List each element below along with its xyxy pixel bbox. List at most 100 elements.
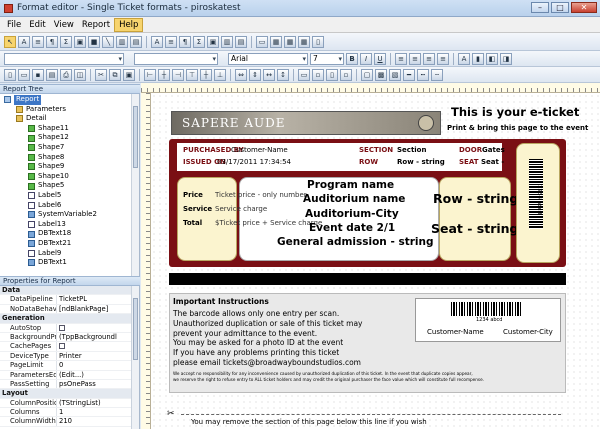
shape-tool-icon[interactable]: ■ xyxy=(88,35,100,48)
property-category[interactable]: Generation xyxy=(0,314,139,324)
image-tool-icon[interactable]: ▣ xyxy=(74,35,86,48)
fine-print-2[interactable]: we reserve the right to refuse entry to … xyxy=(173,377,484,382)
justify-icon[interactable]: ≡ xyxy=(437,52,449,65)
label-tool-icon[interactable]: A xyxy=(18,35,30,48)
property-row[interactable]: CachePages xyxy=(0,342,139,352)
space-vertical-icon[interactable]: ⇕ xyxy=(249,68,261,81)
property-value[interactable]: TicketPL xyxy=(56,295,139,304)
line-tool-icon[interactable]: ╲ xyxy=(102,35,114,48)
tree-item[interactable]: Label5 xyxy=(0,191,139,201)
property-value[interactable]: (TppBackgroundl xyxy=(56,332,139,342)
property-category[interactable]: Layout xyxy=(0,389,139,399)
total-label[interactable]: Total xyxy=(183,219,202,227)
property-row[interactable]: DeviceType Printer xyxy=(0,351,139,362)
instructions-title[interactable]: Important Instructions xyxy=(173,297,269,306)
align-bottoms-icon[interactable]: ⊥ xyxy=(214,68,226,81)
tree-item[interactable]: DBText18 xyxy=(0,229,139,239)
save-icon[interactable]: ▪ xyxy=(32,68,44,81)
auditorium-name[interactable]: Auditorium name xyxy=(303,193,405,205)
tree-item[interactable]: Parameters xyxy=(0,105,139,115)
tree-scrollbar[interactable] xyxy=(131,94,139,276)
border-icon[interactable]: ▢ xyxy=(361,68,373,81)
tree-item[interactable]: Shape7 xyxy=(0,143,139,153)
subreport-tool-icon[interactable]: ▦ xyxy=(270,35,282,48)
menu-view[interactable]: View xyxy=(50,19,78,31)
send-back-icon[interactable]: ◨ xyxy=(500,52,512,65)
align-center-icon[interactable]: ≡ xyxy=(409,52,421,65)
chart-tool-icon[interactable]: ▤ xyxy=(130,35,142,48)
line-thick-icon[interactable]: ━ xyxy=(403,68,415,81)
dbrichtext-tool-icon[interactable]: ¶ xyxy=(179,35,191,48)
tree-item[interactable]: DBText1 xyxy=(0,258,139,268)
row-big[interactable]: Row - string xyxy=(433,191,518,206)
ticket-heading[interactable]: This is your e-ticket xyxy=(451,105,579,119)
bold-icon[interactable]: B xyxy=(346,52,358,65)
highlight-color-icon[interactable]: ▮ xyxy=(472,52,484,65)
align-lefts-icon[interactable]: ⊢ xyxy=(144,68,156,81)
close-button[interactable]: ✕ xyxy=(571,2,597,13)
property-category[interactable]: Data xyxy=(0,286,139,296)
tree-item[interactable]: Shape9 xyxy=(0,162,139,172)
tree-item[interactable]: Shape12 xyxy=(0,133,139,143)
total-value[interactable]: $Ticket price + Service charge xyxy=(215,219,322,227)
page-tool-icon[interactable]: ▯ xyxy=(312,35,324,48)
print-icon[interactable]: ⎙ xyxy=(60,68,72,81)
main-barcode[interactable] xyxy=(451,302,521,316)
tree-item[interactable]: Label6 xyxy=(0,201,139,211)
dbcalc-tool-icon[interactable]: Σ xyxy=(193,35,205,48)
menu-report[interactable]: Report xyxy=(78,19,114,31)
tree-item[interactable]: Label13 xyxy=(0,220,139,230)
line-style-icon[interactable]: ┅ xyxy=(417,68,429,81)
align-middles-icon[interactable]: ┼ xyxy=(200,68,212,81)
event-date[interactable]: Event date 2/1 xyxy=(309,222,395,234)
copy-icon[interactable]: ⧉ xyxy=(109,68,121,81)
seat-big[interactable]: Seat - string xyxy=(431,221,519,236)
tree-item[interactable]: SystemVariable2 xyxy=(0,210,139,220)
align-centers-icon[interactable]: ┼ xyxy=(158,68,170,81)
property-value[interactable]: 0 xyxy=(56,361,139,370)
program-name[interactable]: Program name xyxy=(307,179,394,191)
calc-tool-icon[interactable]: Σ xyxy=(60,35,72,48)
property-value[interactable]: (Edit...) xyxy=(56,370,139,379)
section-label[interactable]: SECTION xyxy=(359,146,393,154)
issued-on-value[interactable]: 03/17/2011 17:34:54 xyxy=(217,158,291,166)
checkbox-icon[interactable] xyxy=(59,324,65,331)
row-label[interactable]: ROW xyxy=(359,158,378,166)
ticket-subheading[interactable]: Print & bring this page to the event xyxy=(447,124,588,132)
dbimage-tool-icon[interactable]: ▣ xyxy=(207,35,219,48)
font-size-select[interactable]: 7 xyxy=(310,52,344,65)
service-label[interactable]: Service xyxy=(183,205,212,213)
cut-icon[interactable]: ✂ xyxy=(95,68,107,81)
region-tool-icon[interactable]: ▭ xyxy=(256,35,268,48)
divider-band[interactable] xyxy=(169,273,566,285)
menu-help[interactable]: Help xyxy=(114,17,144,32)
property-value[interactable]: 1 xyxy=(56,408,139,417)
seat-label[interactable]: SEAT xyxy=(459,158,478,166)
property-value[interactable]: psOnePass xyxy=(56,379,139,389)
design-canvas[interactable]: SAPERE AUDE This is your e-ticket Print … xyxy=(151,93,600,429)
crosstab-tool-icon[interactable]: ▦ xyxy=(284,35,296,48)
property-row[interactable]: ColumnPositions(TStringList) xyxy=(0,398,139,409)
dbchart-tool-icon[interactable]: ▤ xyxy=(235,35,247,48)
center-horizontal-icon[interactable]: ↔ xyxy=(263,68,275,81)
property-value[interactable] xyxy=(56,342,139,351)
door-label[interactable]: DOOR xyxy=(459,146,482,154)
new-icon[interactable]: ▯ xyxy=(4,68,16,81)
field-select[interactable] xyxy=(134,52,218,65)
component-select[interactable] xyxy=(4,52,124,65)
general-admission[interactable]: General admission - string xyxy=(277,236,434,248)
purchased-by-value[interactable]: Customer-Name xyxy=(231,146,288,154)
properties-scrollbar[interactable] xyxy=(131,286,139,429)
dbmemo-tool-icon[interactable]: ≡ xyxy=(165,35,177,48)
minimize-button[interactable]: – xyxy=(531,2,549,13)
property-row[interactable]: PageLimit 0 xyxy=(0,361,139,371)
barcode-tool-icon[interactable]: ▥ xyxy=(116,35,128,48)
font-name-select[interactable]: Arial xyxy=(228,52,308,65)
align-tops-icon[interactable]: ⊤ xyxy=(186,68,198,81)
memo-tool-icon[interactable]: ≡ xyxy=(32,35,44,48)
stub-barcode-text[interactable]: 1234 abcd xyxy=(536,185,542,214)
page-setup-icon[interactable]: ▤ xyxy=(46,68,58,81)
customer-city-field[interactable]: Customer-City xyxy=(503,328,553,336)
property-row[interactable]: NoDataBehaviors[ndBlankPage] xyxy=(0,304,139,315)
row-value[interactable]: Row - string xyxy=(397,158,445,166)
